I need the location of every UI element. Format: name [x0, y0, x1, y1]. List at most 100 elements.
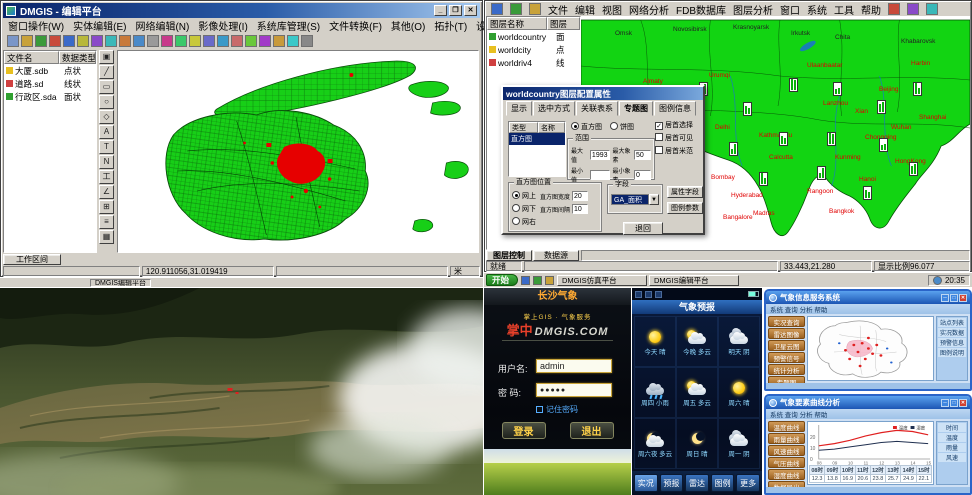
- column-header-layername[interactable]: 图层名称: [487, 17, 547, 30]
- column-header-filename[interactable]: 文件名: [4, 51, 59, 64]
- table-row[interactable]: 行政区.sda面状: [4, 90, 96, 103]
- terrain-3d-view[interactable]: [0, 288, 483, 495]
- mini-menubar[interactable]: 系统 查询 分析 帮助: [766, 409, 970, 419]
- weather-cell[interactable]: 周六夜 多云: [634, 418, 676, 469]
- close-button[interactable]: ✕: [464, 5, 477, 16]
- edit-tool-icon[interactable]: ▭: [99, 80, 114, 94]
- sidebar-button[interactable]: 实况查询: [768, 316, 805, 327]
- checkbox-icon[interactable]: ✓: [655, 122, 663, 130]
- close-button[interactable]: ✕: [959, 399, 967, 407]
- sidebar-button[interactable]: 雨量曲线: [768, 433, 805, 444]
- table-row[interactable]: 道路.sd线状: [4, 77, 96, 90]
- sidebar-button[interactable]: 雷达图像: [768, 328, 805, 339]
- menu-item[interactable]: 影像处理(I): [198, 18, 247, 33]
- checkbox-icon[interactable]: [655, 133, 663, 141]
- checkbox-icon[interactable]: [655, 146, 663, 154]
- toolbar-icon[interactable]: [35, 35, 47, 47]
- maximize-button[interactable]: ❐: [449, 5, 462, 16]
- toolbar-icon[interactable]: [91, 35, 103, 47]
- dialog-titlebar[interactable]: worldcountry图层配置属性: [503, 87, 703, 100]
- dropdown-arrow-icon[interactable]: ▼: [649, 194, 659, 205]
- minimize-button[interactable]: ─: [941, 294, 949, 302]
- sidebar-button[interactable]: 风速曲线: [768, 445, 805, 456]
- toolbar-icon[interactable]: [189, 35, 201, 47]
- menu-item[interactable]: 帮助: [861, 2, 881, 17]
- back-button[interactable]: 退回: [623, 222, 663, 235]
- gap-input[interactable]: 10: [572, 204, 588, 214]
- nav-button-0[interactable]: 实况: [634, 474, 658, 492]
- remember-password[interactable]: 记住密码: [536, 404, 578, 415]
- radio-pie[interactable]: 饼图: [610, 122, 634, 132]
- sidebar-button[interactable]: 预警信号: [768, 352, 805, 363]
- menu-item[interactable]: 拓扑(T): [434, 18, 467, 33]
- taskbar-button[interactable]: DMGIS仿真平台: [557, 275, 647, 286]
- table-row[interactable]: 大厦.sdb点状: [4, 64, 96, 77]
- menu-item[interactable]: 网络分析: [629, 2, 669, 17]
- table-row[interactable]: worldriv4线: [487, 56, 580, 69]
- dialog-tab[interactable]: 选中方式: [533, 101, 575, 116]
- right-panel-item[interactable]: 站点列表: [938, 318, 966, 327]
- toolbar-icon[interactable]: [49, 35, 61, 47]
- width-input[interactable]: 20: [572, 191, 588, 201]
- theme-type-list[interactable]: 类型 名称 直方图: [508, 121, 566, 177]
- workspace-tab[interactable]: 工作区间: [3, 254, 61, 265]
- toolbar-icon[interactable]: [491, 3, 503, 15]
- quicklaunch-icon[interactable]: [533, 276, 542, 285]
- range-input[interactable]: [590, 170, 609, 180]
- sidebar-button[interactable]: 卫星云图: [768, 340, 805, 351]
- checkbox-option[interactable]: ✓居首选择: [655, 120, 693, 130]
- toolbar-icon[interactable]: [231, 35, 243, 47]
- quicklaunch-icon[interactable]: [545, 276, 554, 285]
- nav-button-4[interactable]: 更多: [736, 474, 760, 492]
- right-panel-item[interactable]: 实况数据: [938, 328, 966, 337]
- toolbar-icon[interactable]: [133, 35, 145, 47]
- right-panel-item[interactable]: 预警信息: [938, 338, 966, 347]
- right-panel-item[interactable]: 雨量: [938, 443, 966, 452]
- toolbar-icon[interactable]: [217, 35, 229, 47]
- toolbar-icon[interactable]: [77, 35, 89, 47]
- weather-cell[interactable]: 周四 小雨: [634, 367, 676, 418]
- status-tab[interactable]: 数据源: [533, 250, 579, 261]
- dialog-tab[interactable]: 显示: [506, 101, 532, 116]
- right-panel-item[interactable]: 时间: [938, 423, 966, 432]
- map-canvas-shanghai[interactable]: [117, 50, 479, 253]
- weather-cell[interactable]: 周日 晴: [676, 418, 718, 469]
- right-panel-item[interactable]: 温度: [938, 433, 966, 442]
- menu-item[interactable]: 系统: [807, 2, 827, 17]
- weather-cell[interactable]: 周六 晴: [718, 367, 760, 418]
- radio-histogram[interactable]: 直方图: [571, 122, 602, 132]
- password-field[interactable]: ●●●●●: [536, 383, 612, 397]
- menu-item[interactable]: 视图: [602, 2, 622, 17]
- weather-cell[interactable]: 今天 晴: [634, 316, 676, 367]
- menu-item[interactable]: 工具: [834, 2, 854, 17]
- edit-tool-icon[interactable]: ≡: [99, 215, 114, 229]
- toolbar-icon[interactable]: [119, 35, 131, 47]
- sidebar-button[interactable]: 温度曲线: [768, 421, 805, 432]
- toolbar-icon[interactable]: [203, 35, 215, 47]
- status-tab[interactable]: 图层控制: [486, 250, 532, 261]
- column-header-datatype[interactable]: 数据类型: [59, 51, 96, 64]
- checkbox-icon[interactable]: [536, 406, 543, 413]
- edit-tool-icon[interactable]: ∠: [99, 185, 114, 199]
- toolbar-icon[interactable]: [245, 35, 257, 47]
- minimize-button[interactable]: ─: [941, 399, 949, 407]
- radio-option[interactable]: 网右: [512, 217, 536, 227]
- radio-option[interactable]: 网上: [512, 191, 536, 201]
- toolbar-icon[interactable]: [161, 35, 173, 47]
- weather-cell[interactable]: 周一 阴: [718, 418, 760, 469]
- range-input[interactable]: 0: [634, 170, 651, 180]
- edit-tool-icon[interactable]: ▣: [99, 50, 114, 64]
- edit-tool-icon[interactable]: ▦: [99, 230, 114, 244]
- edit-tool-icon[interactable]: 工: [99, 170, 114, 184]
- list-row-histogram[interactable]: 直方图: [509, 133, 565, 145]
- toolbar-icon[interactable]: [273, 35, 285, 47]
- sidebar-button[interactable]: 气压曲线: [768, 457, 805, 468]
- toolbar-icon[interactable]: [105, 35, 117, 47]
- legend-params-button[interactable]: 图例参数: [667, 202, 703, 214]
- edit-tool-icon[interactable]: ○: [99, 95, 114, 109]
- toolbar-icon[interactable]: [63, 35, 75, 47]
- province-map-panel[interactable]: [807, 316, 934, 381]
- taskbar-button[interactable]: DMGIS编辑平台: [649, 275, 739, 286]
- nav-button-3[interactable]: 图例: [711, 474, 735, 492]
- maximize-button[interactable]: □: [950, 399, 958, 407]
